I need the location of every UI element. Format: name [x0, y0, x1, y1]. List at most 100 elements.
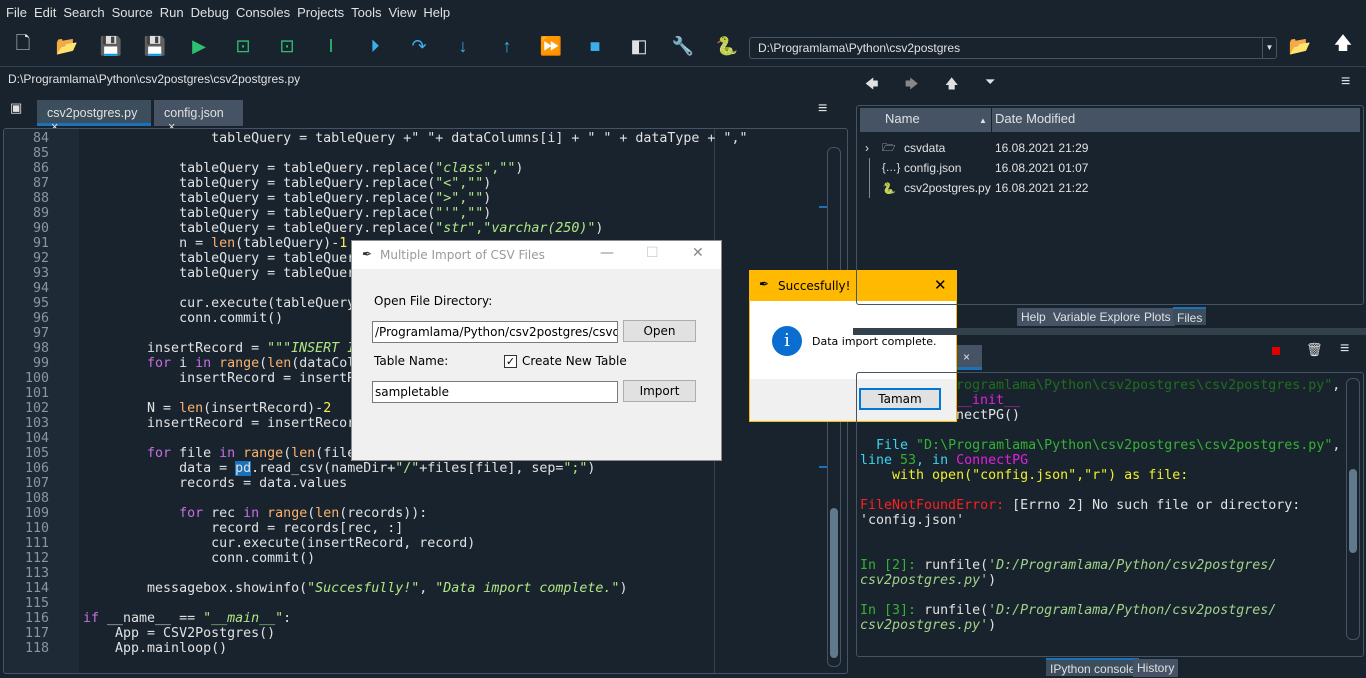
tab-help[interactable]: Help [1017, 308, 1050, 326]
file-row[interactable]: › 🗁 csvdata 16.08.2021 21:29 [857, 138, 1363, 158]
menu-source[interactable]: Source [112, 5, 153, 20]
tab-plots[interactable]: Plots [1140, 308, 1175, 326]
minimize-icon[interactable]: — [600, 245, 614, 261]
tab-csv2postgres-py[interactable]: csv2postgres.py × [37, 100, 151, 134]
editor-options-menu-icon[interactable]: ≡ [818, 100, 827, 118]
forward-arrow-icon[interactable]: 🡆 [905, 75, 918, 97]
parent-directory-icon[interactable]: 🡅 [1330, 33, 1356, 59]
line-number: 115 [24, 596, 49, 611]
code-line: 117 App = CSV2Postgres() [4, 626, 824, 641]
code-token: __main__ [211, 611, 276, 626]
menu-view[interactable]: View [388, 5, 416, 20]
stop-kernel-icon[interactable] [1272, 347, 1280, 355]
save-all-icon[interactable]: 💾 [142, 33, 168, 59]
menu-edit[interactable]: Edit [34, 5, 56, 20]
console-token: 'D:/Programlama/Python/csv2postgres/ [988, 603, 1277, 618]
line-number: 89 [32, 206, 49, 221]
code-token: (dataCol [291, 356, 356, 371]
step-over-icon[interactable]: ↷ [406, 33, 432, 59]
menu-help[interactable]: Help [423, 5, 450, 20]
parent-directory-icon[interactable]: 🡅 [945, 75, 958, 97]
scrollbar-thumb[interactable] [830, 508, 838, 658]
chevron-right-icon[interactable]: › [865, 141, 869, 155]
console-token: ) [988, 573, 997, 588]
code-token: cur.execute(tableQuery [83, 296, 356, 311]
working-directory-combo[interactable]: D:\Programlama\Python\csv2postgres ▼ [749, 37, 1277, 59]
trash-icon[interactable]: 🗑 [1306, 342, 1323, 358]
console-scrollbar[interactable] [1346, 378, 1360, 640]
code-text: tableQuery = tableQuery.replace("str","v… [83, 221, 603, 236]
chevron-down-icon[interactable]: ▼ [1262, 38, 1276, 58]
run-icon[interactable]: ▶ [186, 33, 212, 59]
code-token: 1 [339, 236, 348, 251]
console-token: ]: [900, 558, 925, 573]
menu-tools[interactable]: Tools [351, 5, 381, 20]
back-arrow-icon[interactable]: 🡄 [865, 75, 878, 97]
line-number: 95 [32, 296, 49, 311]
tab-files[interactable]: Files [1173, 307, 1207, 325]
run-cell-icon[interactable]: ⊡ [230, 33, 256, 59]
tab-variable-explorer[interactable]: Variable Explorer [1049, 308, 1149, 326]
code-token: (tableQuery)- [235, 236, 340, 251]
code-token: if [83, 611, 100, 626]
file-row[interactable]: 🐍 csv2postgres.py 16.08.2021 21:22 [857, 178, 1363, 198]
filter-icon[interactable]: ⏷ [985, 74, 995, 90]
options-menu-icon[interactable]: ≡ [1341, 73, 1350, 91]
table-name-input[interactable]: sampletable [372, 381, 618, 403]
new-file-icon[interactable]: 🗋 [10, 33, 36, 59]
preferences-wrench-icon[interactable]: 🔧 [670, 33, 696, 59]
step-into-icon[interactable]: ↓ [450, 33, 476, 59]
menu-projects[interactable]: Projects [297, 5, 344, 20]
console-token: csv2postgres.py' [860, 618, 989, 633]
run-cell-advance-icon[interactable]: ⊡ [274, 33, 300, 59]
create-new-table-checkbox[interactable]: ✓ Create New Table [504, 354, 627, 368]
python-path-icon[interactable]: 🐍 [714, 33, 740, 59]
console-tab-close-icon[interactable]: × [957, 345, 982, 370]
debug-icon[interactable]: ⏵ [362, 33, 388, 59]
open-button[interactable]: Open [623, 320, 696, 342]
tab-ipython-console[interactable]: IPython console [1046, 658, 1140, 676]
code-token: insertRecord = [83, 341, 268, 356]
open-file-icon[interactable]: 📂 [54, 33, 80, 59]
menu-debug[interactable]: Debug [191, 5, 229, 20]
menu-consoles[interactable]: Consoles [236, 5, 290, 20]
pane-splitter[interactable] [853, 328, 1366, 335]
line-number: 114 [24, 581, 49, 596]
tab-history[interactable]: History [1133, 659, 1179, 677]
code-token: tableQuery = tableQuery.replace( [83, 206, 436, 221]
menu-search[interactable]: Search [63, 5, 104, 20]
console-token: "D:\Programlama\Python\csv2postgres\csv2… [916, 438, 1333, 453]
code-line: 112 conn.commit() [4, 551, 824, 566]
menu-file[interactable]: File [6, 5, 27, 20]
code-token: data = [83, 461, 236, 476]
menu-run[interactable]: Run [160, 5, 184, 20]
stop-icon[interactable]: ■ [582, 33, 608, 59]
code-token: 2 [323, 401, 332, 416]
close-icon[interactable]: ✕ [692, 245, 704, 261]
options-menu-icon[interactable]: ≡ [1340, 340, 1349, 358]
code-token: INSERT I [291, 341, 356, 356]
checkmark-icon[interactable]: ✓ [504, 354, 517, 368]
save-icon[interactable]: 💾 [98, 33, 124, 59]
run-selection-icon[interactable]: I [318, 33, 344, 59]
tab-config-json[interactable]: config.json × [154, 100, 243, 134]
directory-input[interactable]: /Programlama/Python/csv2postgres/csvdata [372, 321, 618, 343]
console-line: 'config.json' [860, 513, 1340, 528]
column-header-name[interactable]: Name [885, 111, 920, 126]
maximize-icon[interactable]: ☐ [646, 245, 659, 261]
code-token: len [179, 401, 204, 416]
continue-icon[interactable]: ⏩ [538, 33, 564, 59]
console-token: [Errno 2] No such file or directory: [1012, 498, 1301, 513]
code-token: insertRecord = insertR [83, 371, 356, 386]
maximize-pane-icon[interactable]: ◧ [626, 33, 652, 59]
import-button[interactable]: Import [623, 380, 696, 402]
step-return-icon[interactable]: ↑ [494, 33, 520, 59]
scrollbar-thumb[interactable] [1349, 469, 1357, 553]
code-token: " [307, 581, 316, 596]
column-header-date-modified[interactable]: Date Modified [995, 111, 1075, 126]
ipython-console[interactable]: rogramlama\Python\csv2postgres\csv2postg… [856, 372, 1364, 657]
file-row[interactable]: {…} config.json 16.08.2021 01:07 [857, 158, 1363, 178]
browse-directory-icon[interactable]: 📂 [1287, 33, 1313, 59]
